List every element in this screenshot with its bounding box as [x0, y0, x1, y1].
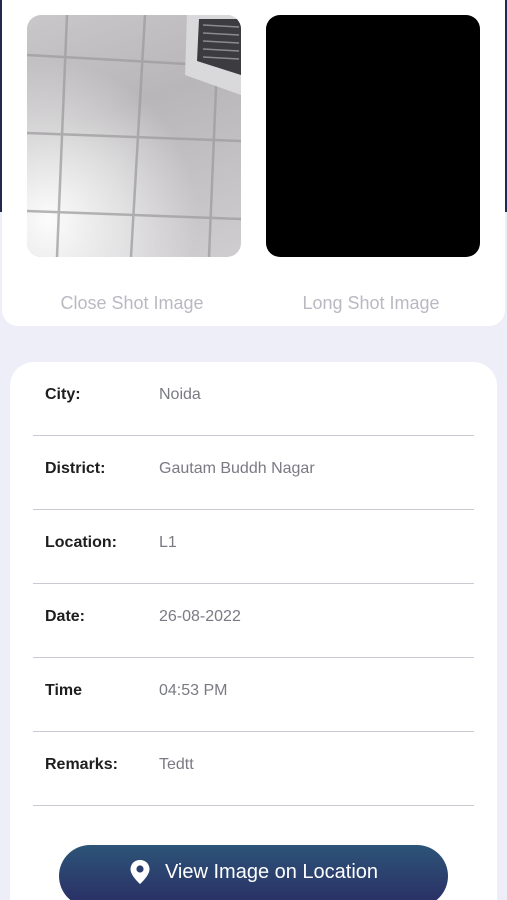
location-value: L1	[159, 534, 177, 551]
long-shot-image[interactable]	[266, 15, 480, 257]
photo-card	[2, 0, 505, 326]
long-shot-caption: Long Shot Image	[302, 293, 440, 313]
screen: Close Shot Image Long Shot Image City: N…	[0, 0, 507, 900]
time-label: Time	[45, 682, 83, 699]
district-label: District:	[45, 460, 106, 477]
detail-row-location: Location: L1	[33, 510, 474, 584]
district-value: Gautam Buddh Nagar	[159, 460, 315, 477]
remarks-value: Tedtt	[159, 756, 194, 773]
location-label: Location:	[45, 534, 117, 551]
detail-row-remarks: Remarks: Tedtt	[33, 732, 474, 806]
date-label: Date:	[45, 608, 86, 625]
close-shot-caption: Close Shot Image	[60, 293, 204, 313]
close-shot-image[interactable]	[27, 15, 241, 257]
detail-row-time: Time 04:53 PM	[33, 658, 474, 732]
view-image-on-location-label: View Image on Location	[164, 860, 379, 883]
location-pin-icon	[129, 859, 151, 885]
date-value: 26-08-2022	[159, 608, 241, 625]
time-value: 04:53 PM	[159, 682, 228, 699]
city-label: City:	[45, 386, 81, 403]
ceiling-tiles-graphic	[27, 15, 241, 257]
view-image-on-location-button[interactable]: View Image on Location	[59, 845, 448, 900]
detail-row-date: Date: 26-08-2022	[33, 584, 474, 658]
remarks-label: Remarks:	[45, 756, 118, 773]
detail-row-city: City: Noida	[33, 362, 474, 436]
details-card: City: Noida District: Gautam Buddh Nagar…	[10, 362, 497, 900]
detail-row-district: District: Gautam Buddh Nagar	[33, 436, 474, 510]
city-value: Noida	[159, 386, 201, 403]
